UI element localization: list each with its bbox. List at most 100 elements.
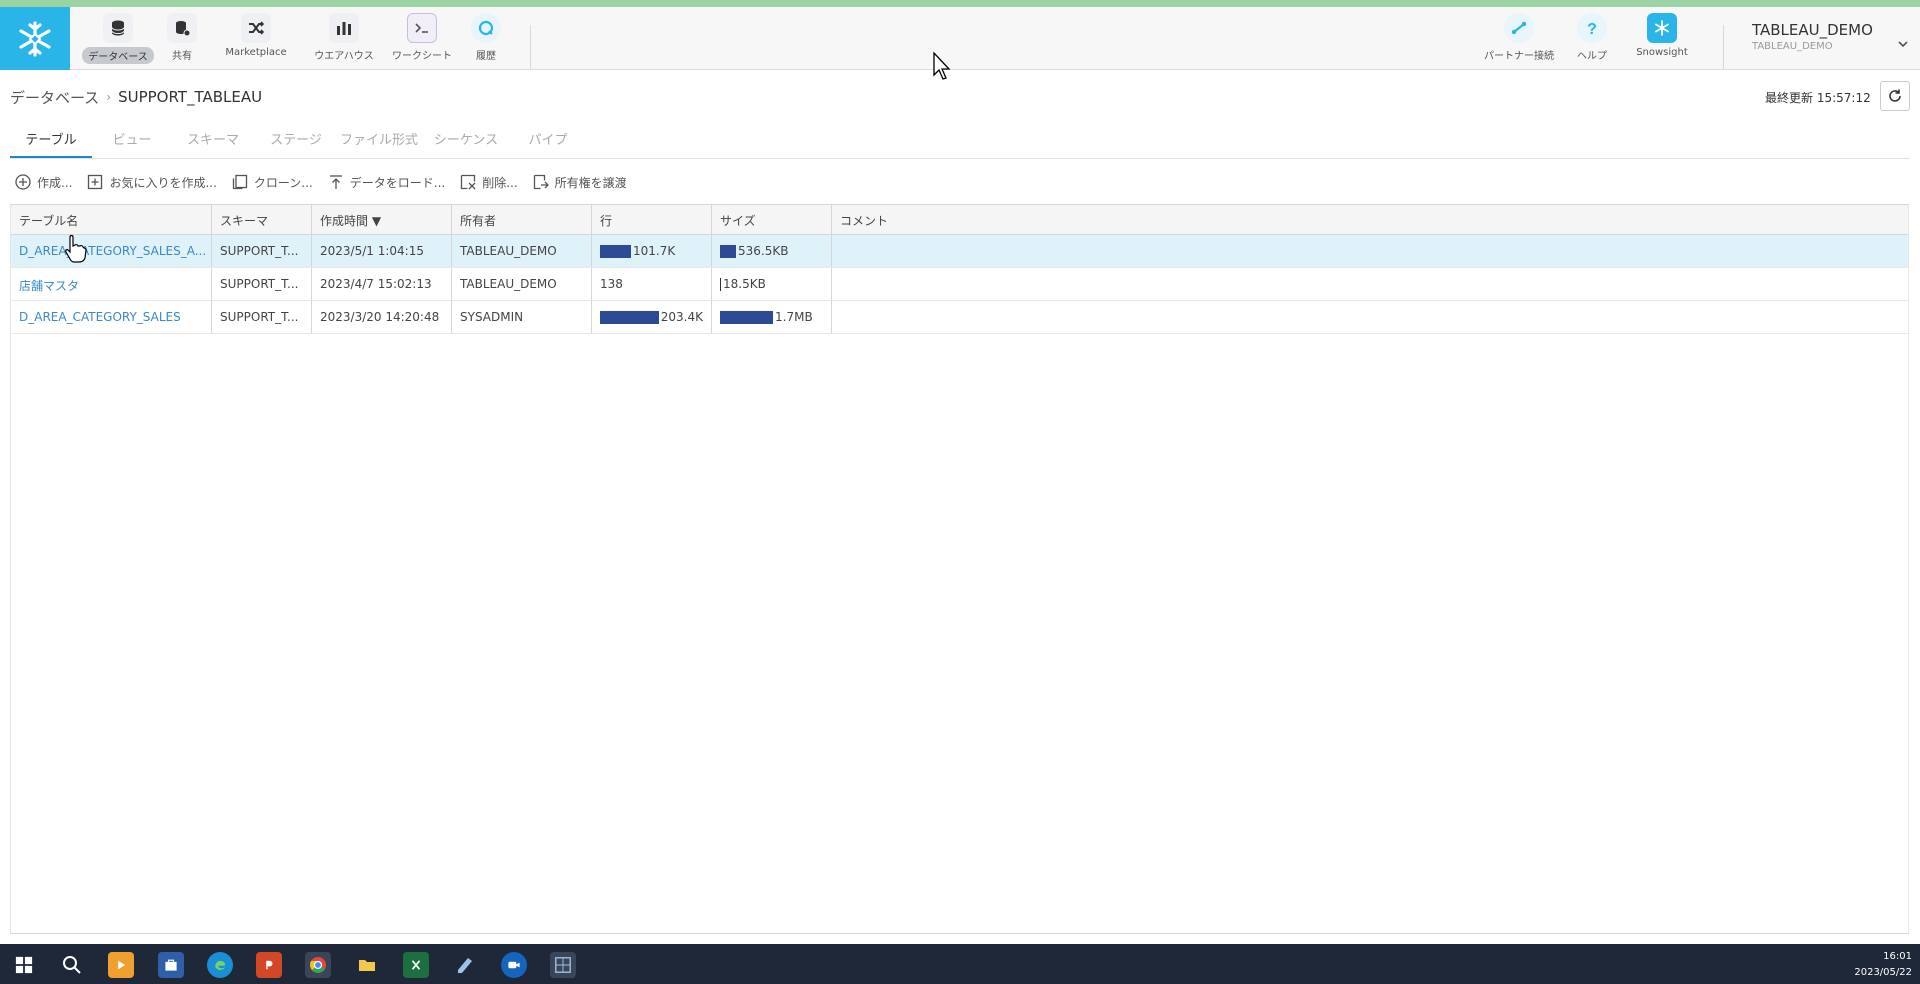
clock-time: 16:01 [1883,951,1912,962]
schema-cell: SUPPORT_T... [212,301,312,333]
top-nav: データベース 共有 Marketplace ウエアハウス ワークシート 履歴 パ… [0,7,1920,70]
table-row[interactable]: D_AREA_CATEGORY_SALES_A... SUPPORT_T... … [11,235,1908,268]
size-bar [720,244,736,258]
rows-cell: 101.7K [592,235,712,267]
windows-start-icon[interactable] [11,952,37,978]
load-data-button[interactable]: データをロード... [327,173,445,191]
clone-button[interactable]: クローン... [231,173,313,191]
edge-icon[interactable] [207,952,233,978]
breadcrumb-current: SUPPORT_TABLEAU [118,88,263,106]
column-header-comment[interactable]: コメント [832,205,1908,234]
svg-text:?: ? [1587,21,1597,38]
nav-divider [530,25,531,69]
size-cell: 1.7MB [712,301,832,333]
nav-worksheets-label: ワークシート [392,51,452,62]
comment-cell [832,268,1908,300]
user-menu[interactable]: TABLEAU_DEMO TABLEAU_DEMO [1752,21,1892,52]
nav-databases[interactable]: データベース [82,13,154,67]
tab-tables[interactable]: テーブル [10,124,92,159]
mouse-pointer-icon [933,51,951,80]
search-icon[interactable] [59,952,85,978]
nav-help[interactable]: ? ヘルプ [1576,13,1608,67]
hand-pointer-icon [65,234,87,263]
nav-partner-connect[interactable]: パートナー接続 [1484,13,1554,67]
rows-bar [600,310,659,324]
store-icon[interactable] [158,952,184,978]
create-favorite-button[interactable]: お気に入りを作成... [86,173,217,191]
created-cell: 2023/4/7 15:02:13 [312,268,452,300]
rows-value: 138 [600,277,623,291]
object-tabs: テーブル ビュー スキーマ ステージ ファイル形式 シーケンス パイプ [10,124,584,159]
excel-icon[interactable] [403,952,429,978]
tab-views[interactable]: ビュー [92,124,172,159]
nav-worksheets[interactable]: ワークシート [392,13,452,67]
rows-cell: 138 [592,268,712,300]
tab-stages[interactable]: ステージ [254,124,338,159]
column-header-table-name[interactable]: テーブル名 [11,205,212,234]
refresh-button[interactable] [1880,81,1910,111]
size-bar [720,277,721,291]
table-header: テーブル名 スキーマ 作成時間 ▼ 所有者 行 サイズ コメント [11,205,1908,235]
system-clock[interactable]: 16:01 2023/05/22 [1854,949,1912,981]
os-taskbar: 16:01 2023/05/22 [0,944,1920,984]
tab-sequences[interactable]: シーケンス [420,124,512,159]
tables-grid: テーブル名 スキーマ 作成時間 ▼ 所有者 行 サイズ コメント D_AREA_… [10,204,1909,934]
zoom-icon[interactable] [501,952,527,978]
rows-bar [600,244,631,258]
history-icon [471,13,501,43]
size-cell: 18.5KB [712,268,832,300]
chevron-down-icon[interactable] [1896,37,1910,51]
transfer-ownership-label: 所有権を譲渡 [554,175,627,190]
delete-label: 削除... [482,175,518,190]
nav-divider-right [1723,25,1724,69]
column-header-created[interactable]: 作成時間 ▼ [312,205,452,234]
create-button[interactable]: 作成... [14,173,72,191]
schema-cell: SUPPORT_T... [212,268,312,300]
owner-cell: TABLEAU_DEMO [452,235,592,267]
size-value: 1.7MB [775,310,813,324]
snowflake-logo[interactable] [0,7,70,70]
chrome-icon[interactable] [305,952,331,978]
table-name-link[interactable]: 店舗マスタ [11,268,212,300]
column-header-owner[interactable]: 所有者 [452,205,592,234]
table-row[interactable]: 店舗マスタ SUPPORT_T... 2023/4/7 15:02:13 TAB… [11,268,1908,301]
snipping-tool-icon[interactable] [550,952,576,978]
upload-icon [329,175,342,189]
snowflake-icon [19,20,51,57]
tab-file-formats[interactable]: ファイル形式 [338,124,420,159]
column-header-rows[interactable]: 行 [592,205,712,234]
refresh-icon [1889,89,1901,102]
column-header-schema[interactable]: スキーマ [212,205,312,234]
nav-marketplace[interactable]: Marketplace [220,13,292,67]
notepad-icon[interactable] [452,952,478,978]
nav-snowsight[interactable]: Snowsight [1632,13,1692,67]
nav-warehouses[interactable]: ウエアハウス [314,13,374,67]
schema-cell: SUPPORT_T... [212,235,312,267]
transfer-ownership-button[interactable]: 所有権を譲渡 [532,173,627,191]
help-icon: ? [1577,13,1607,43]
table-name-link[interactable]: D_AREA_CATEGORY_SALES_A... [11,235,212,267]
clone-label: クローン... [253,175,313,190]
create-label: 作成... [37,175,73,190]
table-row[interactable]: D_AREA_CATEGORY_SALES SUPPORT_T... 2023/… [11,301,1908,334]
breadcrumb: データベース › SUPPORT_TABLEAU [10,87,262,107]
owner-cell: SYSADMIN [452,301,592,333]
nav-shares[interactable]: 共有 [166,13,198,67]
user-name: TABLEAU_DEMO [1752,21,1873,39]
comment-cell [832,235,1908,267]
table-name-link[interactable]: D_AREA_CATEGORY_SALES [11,301,212,333]
media-app-icon[interactable] [108,952,134,978]
nav-databases-label: データベース [82,47,154,64]
powerpoint-icon[interactable] [256,952,282,978]
rows-cell: 203.4K [592,301,712,333]
file-explorer-icon[interactable] [354,952,380,978]
nav-history[interactable]: 履歴 [470,13,502,67]
tab-pipes[interactable]: パイプ [512,124,584,159]
breadcrumb-databases-link[interactable]: データベース [10,87,99,108]
database-icon [103,13,133,43]
column-header-size[interactable]: サイズ [712,205,832,234]
tab-schemas[interactable]: スキーマ [172,124,254,159]
nav-snowsight-label: Snowsight [1636,47,1688,58]
create-favorite-label: お気に入りを作成... [109,175,217,190]
delete-button[interactable]: 削除... [459,173,518,191]
